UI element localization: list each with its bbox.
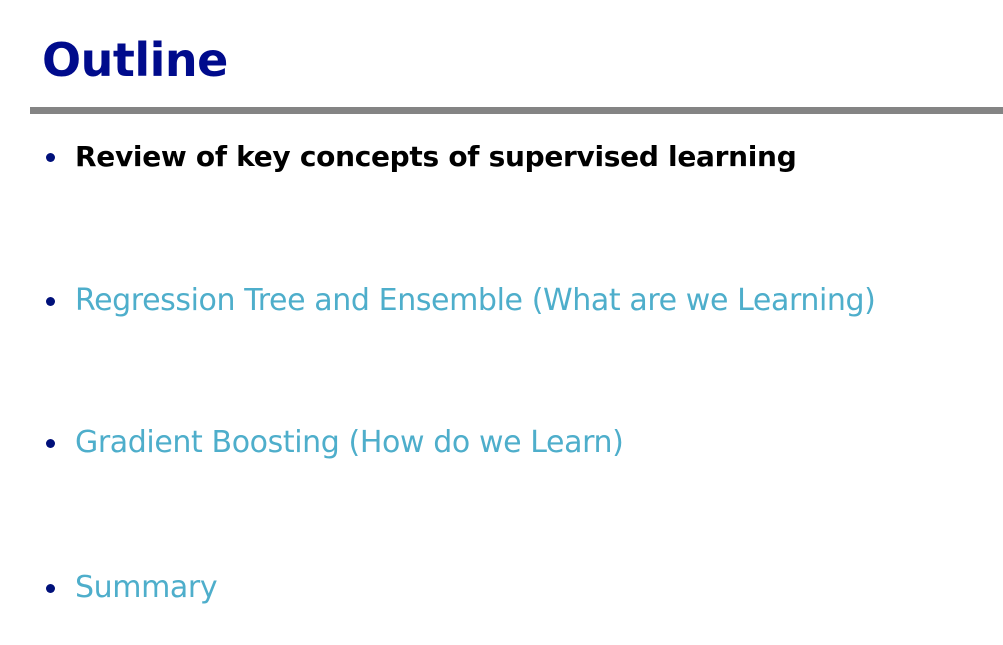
bullet-icon [46, 438, 55, 448]
outline-item-label: Regression Tree and Ensemble (What are w… [75, 283, 876, 318]
title-divider [30, 107, 1003, 114]
bullet-icon [46, 296, 55, 306]
outline-item-gradient-boosting: Gradient Boosting (How do we Learn) [46, 423, 624, 463]
bullet-icon [46, 152, 55, 162]
outline-item-label: Gradient Boosting (How do we Learn) [75, 425, 624, 460]
outline-item-label: Review of key concepts of supervised lea… [75, 140, 797, 173]
slide: Outline Review of key concepts of superv… [0, 0, 1003, 645]
outline-item-review: Review of key concepts of supervised lea… [46, 137, 797, 177]
slide-title: Outline [42, 33, 228, 87]
outline-item-regression-tree: Regression Tree and Ensemble (What are w… [46, 281, 876, 321]
outline-item-label: Summary [75, 570, 218, 605]
outline-item-summary: Summary [46, 568, 218, 608]
bullet-icon [46, 583, 55, 593]
